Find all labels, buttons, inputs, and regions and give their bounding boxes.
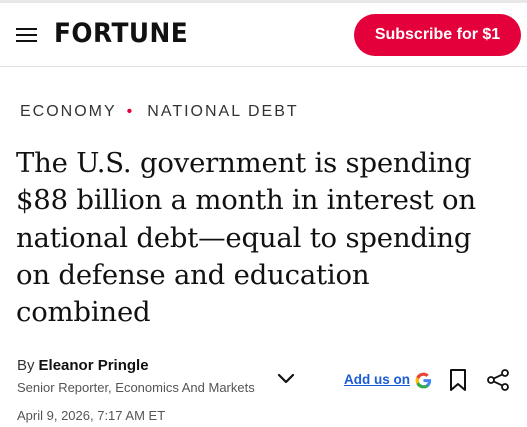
fortune-logo[interactable]: FORTUNE — [54, 18, 188, 49]
headline-line: $88 billion a month in interest on — [16, 184, 476, 217]
byline-prefix: By — [17, 357, 35, 374]
headline-line: The U.S. government is spending — [16, 147, 472, 179]
headline-line: national debt—equal to spending — [16, 221, 472, 254]
author-name[interactable]: Eleanor Pringle — [39, 357, 149, 374]
subscribe-button[interactable]: Subscribe for $1 — [354, 14, 521, 56]
menu-bar — [16, 40, 37, 42]
bookmark-icon[interactable] — [449, 368, 467, 392]
site-header: FORTUNE Subscribe for $1 — [0, 3, 527, 67]
breadcrumb-economy[interactable]: ECONOMY — [20, 103, 117, 121]
publish-date: April 9, 2026, 7:17 AM ET — [17, 408, 166, 423]
breadcrumb-separator: • — [126, 103, 133, 120]
author-role: Senior Reporter, Economics And Markets — [17, 380, 255, 395]
breadcrumb: ECONOMY • NATIONAL DEBT — [20, 101, 299, 123]
chevron-down-icon[interactable] — [276, 371, 296, 385]
share-icon[interactable] — [486, 368, 510, 392]
add-us-on-google-link[interactable]: Add us on — [344, 372, 410, 387]
menu-bar — [16, 28, 37, 30]
hamburger-menu-icon[interactable] — [16, 27, 37, 43]
article-headline: The U.S. government is spending $88 bill… — [16, 145, 521, 331]
headline-line: on defense and education — [16, 258, 370, 291]
google-icon[interactable] — [414, 371, 433, 390]
menu-bar — [16, 34, 37, 36]
headline-line: combined — [16, 296, 151, 329]
byline: By Eleanor Pringle — [17, 357, 149, 374]
breadcrumb-national-debt[interactable]: NATIONAL DEBT — [147, 103, 298, 121]
